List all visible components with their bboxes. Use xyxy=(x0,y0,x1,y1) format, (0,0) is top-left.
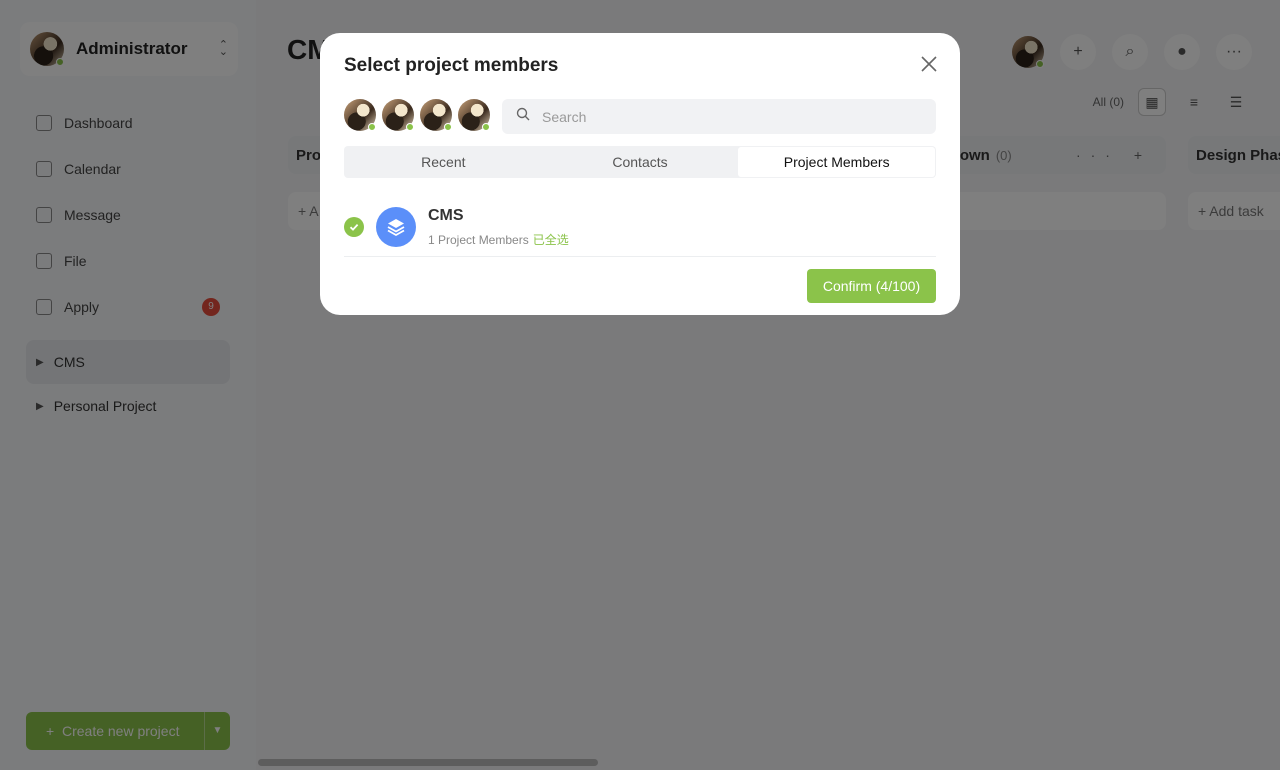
selected-member-avatar[interactable] xyxy=(420,99,452,131)
member-info: CMS 1 Project Members 已全选 xyxy=(428,207,569,248)
close-icon[interactable] xyxy=(918,53,940,75)
selection-status: 已全选 xyxy=(532,232,569,247)
member-source-tabs: Recent Contacts Project Members xyxy=(344,146,936,178)
dialog-title: Select project members xyxy=(344,55,559,76)
member-name: CMS xyxy=(428,206,464,224)
tab-project-members[interactable]: Project Members xyxy=(738,147,936,177)
selected-member-avatar[interactable] xyxy=(382,99,414,131)
member-subtitle: 1 Project Members 已全选 xyxy=(428,231,569,248)
list-item[interactable]: CMS 1 Project Members 已全选 xyxy=(344,197,936,257)
tab-contacts[interactable]: Contacts xyxy=(542,147,739,177)
selected-avatars xyxy=(344,99,490,131)
select-members-dialog: Select project members Recent Contacts P… xyxy=(320,33,960,315)
selected-member-avatar[interactable] xyxy=(344,99,376,131)
online-dot xyxy=(406,123,414,131)
search-icon xyxy=(516,107,530,126)
online-dot xyxy=(444,123,452,131)
search-field xyxy=(502,99,936,134)
layers-icon xyxy=(376,207,416,247)
search-input[interactable] xyxy=(542,108,936,125)
selected-member-avatar[interactable] xyxy=(458,99,490,131)
tab-recent[interactable]: Recent xyxy=(345,147,542,177)
online-dot xyxy=(482,123,490,131)
member-count: 1 Project Members xyxy=(428,232,529,247)
online-dot xyxy=(368,123,376,131)
confirm-button[interactable]: Confirm (4/100) xyxy=(807,269,936,303)
checkmark-icon[interactable] xyxy=(344,217,364,237)
divider xyxy=(344,256,936,257)
